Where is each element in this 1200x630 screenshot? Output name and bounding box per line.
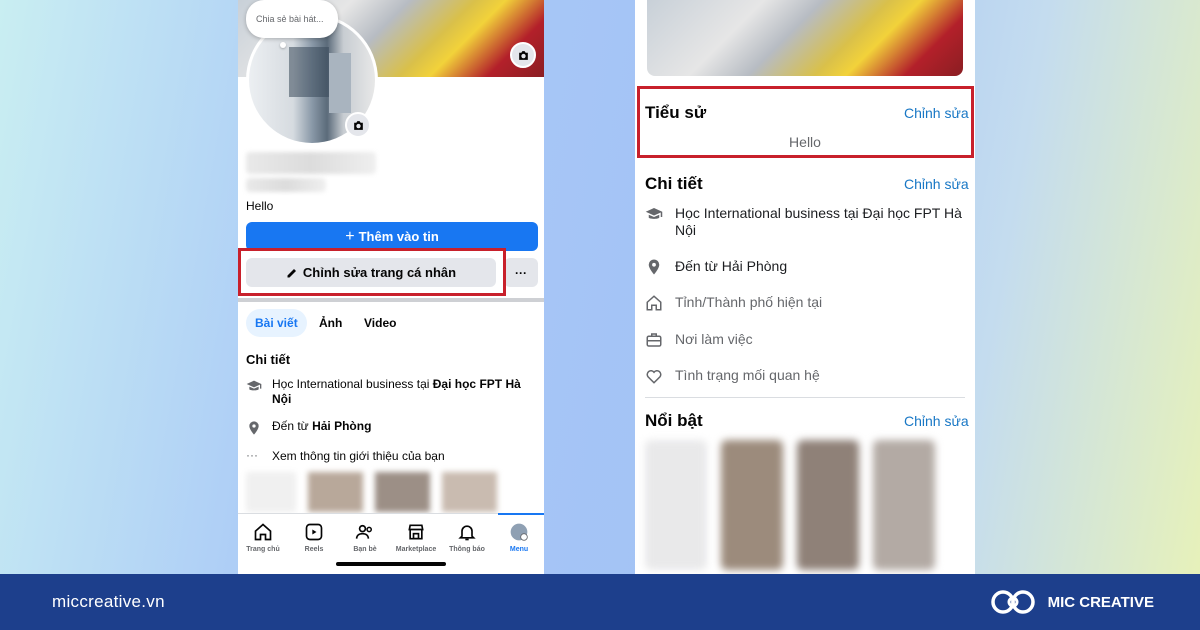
featured-edit-link[interactable]: Chỉnh sửa [904, 413, 969, 429]
detail-education-right: Học International business tại Đại học F… [645, 205, 965, 239]
bubble-tail [280, 42, 286, 48]
location-pin-icon [648, 259, 660, 275]
menu-avatar-icon [510, 523, 528, 541]
highlight-box-edit-profile [238, 248, 506, 296]
details-edit-link[interactable]: Chỉnh sửa [904, 176, 969, 192]
tab-photos[interactable]: Ảnh [310, 309, 351, 337]
heart-icon [646, 370, 662, 384]
details-heading-right: Chi tiết [645, 174, 703, 193]
footer-brand: MIC CREATIVE [990, 587, 1154, 617]
nav-reels[interactable]: Reels [289, 522, 339, 553]
home-icon [254, 523, 272, 541]
more-options-button[interactable]: ··· [504, 258, 538, 287]
add-to-story-button[interactable]: + Thêm vào tin [246, 222, 538, 251]
footer-site[interactable]: miccreative.vn [52, 592, 165, 612]
cover-camera-icon[interactable] [510, 42, 536, 68]
profile-name-blurred [246, 152, 376, 174]
section-divider [238, 298, 544, 302]
detail-workplace[interactable]: Nơi làm việc [645, 331, 965, 349]
detail-relationship[interactable]: Tình trạng mối quan hệ [645, 367, 965, 385]
details-heading: Chi tiết [246, 352, 291, 367]
photo-strip [246, 472, 538, 512]
nav-notifications[interactable]: Thông báo [442, 522, 492, 553]
right-phone-screen: Tiểu sử Chỉnh sửa Hello Chi tiết Chỉnh s… [635, 0, 975, 574]
graduation-cap-icon [645, 208, 663, 219]
status-bubble[interactable]: Chia sẻ bài hát... [246, 0, 338, 38]
marketplace-icon [408, 524, 424, 540]
detail-hometown: Đến từ Hải Phòng [246, 419, 371, 436]
friends-icon [355, 524, 372, 539]
avatar-camera-icon[interactable] [345, 112, 371, 138]
bell-icon [458, 525, 476, 541]
nav-home[interactable]: Trang chủ [238, 522, 288, 553]
briefcase-icon [646, 333, 662, 347]
tab-posts[interactable]: Bài viết [246, 309, 307, 337]
mic-creative-logo-icon [990, 590, 1035, 614]
nav-marketplace[interactable]: Marketplace [391, 522, 441, 553]
profile-bio: Hello [246, 199, 274, 213]
plus-icon: + [345, 227, 355, 245]
detail-education: Học International business tại Đại học F… [246, 377, 538, 407]
nav-menu[interactable]: Menu [494, 522, 544, 553]
highlight-box-bio [637, 86, 974, 158]
detail-hometown-right: Đến từ Hải Phòng [645, 258, 965, 276]
location-pin-icon [249, 421, 259, 435]
nav-friends[interactable]: Bạn bè [340, 522, 390, 553]
featured-heading: Nổi bật [645, 411, 703, 430]
menu-active-indicator [498, 513, 544, 515]
home-indicator [336, 562, 446, 566]
profile-photo-preview [647, 0, 963, 76]
section-divider-right [645, 397, 965, 398]
more-dots-icon: ··· [246, 448, 258, 462]
detail-current-city[interactable]: Tỉnh/Thành phố hiện tại [645, 294, 965, 312]
home-outline-icon [646, 295, 662, 311]
featured-collection[interactable] [645, 440, 965, 570]
footer-bar: miccreative.vn MIC CREATIVE [0, 574, 1200, 630]
tab-videos[interactable]: Video [355, 309, 405, 337]
see-about-link[interactable]: ··· Xem thông tin giới thiệu của bạn [246, 449, 445, 466]
profile-stats-blurred [246, 178, 326, 192]
graduation-cap-icon [246, 380, 262, 391]
left-phone-screen: Chia sẻ bài hát... Hello + Thêm vào tin … [238, 0, 544, 574]
reels-icon [305, 523, 323, 541]
